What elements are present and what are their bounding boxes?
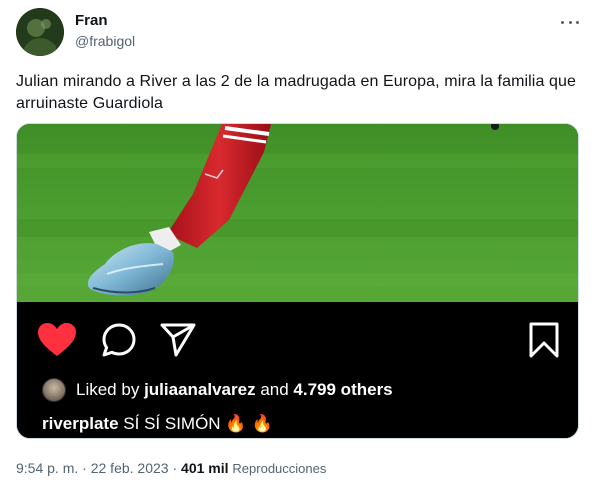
share-icon[interactable] [159,321,197,357]
liked-count[interactable]: 4.799 others [293,380,392,399]
heart-icon[interactable] [37,322,77,358]
more-options-icon[interactable] [558,12,582,32]
views-count: 401 mil [181,460,229,476]
comment-icon[interactable] [101,322,137,358]
liked-user-avatar[interactable] [42,378,66,402]
tweet-text: Julian mirando a River a las 2 de la mad… [16,73,576,112]
liked-user[interactable]: juliaanalvarez [144,380,256,399]
caption-text: SÍ SÍ SIMÓN [123,414,221,433]
instagram-post-panel: Liked by juliaanalvarez and 4.799 others… [17,302,578,438]
avatar[interactable] [16,8,64,56]
meta-separator: · [82,460,87,476]
views-label: Reproducciones [232,461,327,476]
liked-and: and [260,380,289,399]
tweet-media[interactable]: Liked by juliaanalvarez and 4.799 others… [16,123,579,439]
liked-prefix: Liked by [76,380,140,399]
author-handle[interactable]: @frabigol [75,33,135,49]
tweet-date[interactable]: 22 feb. 2023 [91,460,169,476]
tweet-time[interactable]: 9:54 p. m. [16,460,78,476]
caption-user[interactable]: riverplate [42,414,119,433]
author-display-name[interactable]: Fran [75,12,108,29]
tweet-metadata: 9:54 p. m. · 22 feb. 2023 · 401 mil Repr… [16,460,326,476]
fire-emoji-icons: 🔥 🔥 [225,414,274,434]
bookmark-icon[interactable] [527,321,561,359]
likes-summary[interactable]: Liked by juliaanalvarez and 4.799 others [76,378,393,402]
soccer-player-leg-photo [17,124,578,302]
post-caption: riverplate SÍ SÍ SIMÓN 🔥 🔥 [42,412,273,436]
profile-avatar-icon [16,8,64,56]
meta-separator-2: · [172,460,178,476]
